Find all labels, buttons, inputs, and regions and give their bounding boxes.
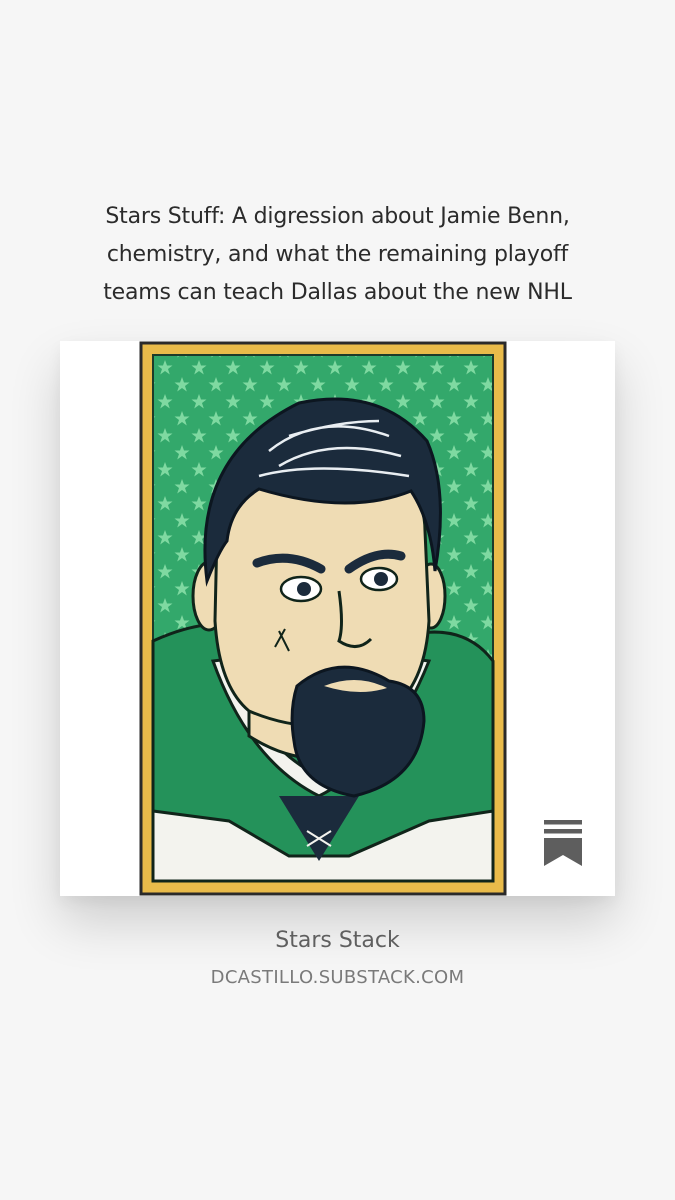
publication-name[interactable]: Stars Stack: [0, 928, 675, 953]
portrait-illustration: [139, 341, 507, 896]
post-title-line-3: teams can teach Dallas about the new NHL: [103, 280, 572, 305]
post-title-line-1: Stars Stuff: A digression about Jamie Be…: [105, 204, 570, 229]
post-title-line-2: chemistry, and what the remaining playof…: [106, 242, 569, 267]
bookmark-icon[interactable]: [544, 820, 582, 866]
link-preview-card[interactable]: [60, 341, 615, 896]
post-title[interactable]: Stars Stuff: A digression about Jamie Be…: [40, 198, 635, 312]
publication-domain[interactable]: DCASTILLO.SUBSTACK.COM: [0, 967, 675, 988]
